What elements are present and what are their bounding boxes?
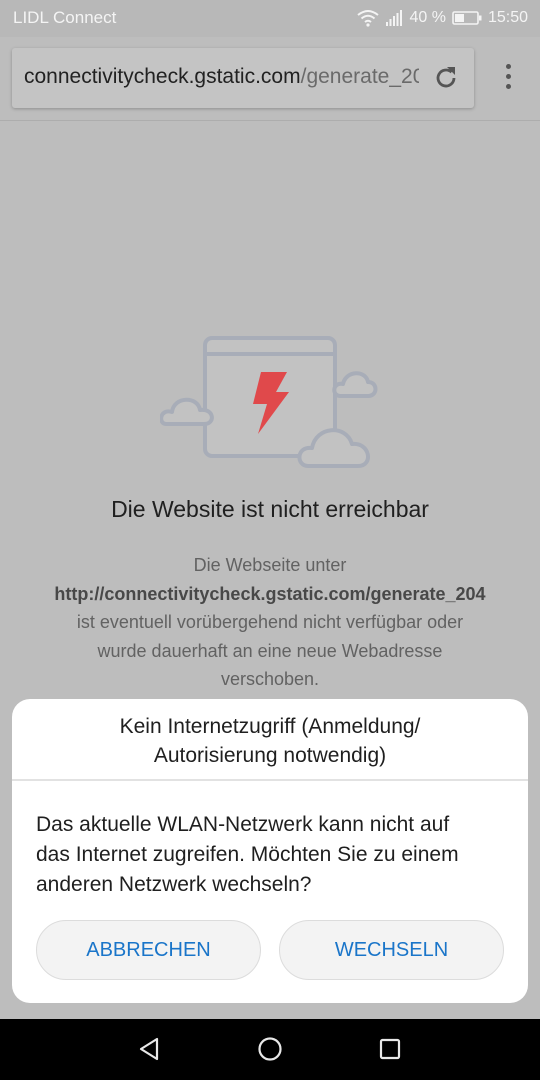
- navigation-bar: [0, 1019, 540, 1080]
- browser-toolbar: connectivitycheck.gstatic.com/generate_2…: [0, 37, 540, 121]
- url-text[interactable]: connectivitycheck.gstatic.com/generate_2…: [24, 65, 419, 89]
- battery-icon: [452, 11, 482, 25]
- error-description: Die Webseite unter http://connectivitych…: [30, 551, 510, 694]
- dialog-message-line: Das aktuelle WLAN-Netzwerk kann nicht au…: [36, 813, 450, 836]
- error-line: wurde dauerhaft an eine neue Webadresse: [97, 640, 443, 661]
- error-line: Die Webseite unter: [193, 555, 347, 575]
- url-host: connectivitycheck.gstatic.com: [24, 65, 301, 88]
- dialog-message: Das aktuelle WLAN-Netzwerk kann nicht au…: [36, 810, 506, 900]
- dialog-message-line: anderen Netzwerk wechseln?: [36, 873, 312, 896]
- dialog-title-line: Autorisierung notwendig): [153, 744, 387, 767]
- url-path: /generate_204: [300, 65, 419, 88]
- error-line: verschoben.: [220, 669, 320, 689]
- error-line: ist eventuell vorübergehend nicht verfüg…: [76, 612, 464, 632]
- carrier-name: LIDL Connect: [13, 8, 117, 27]
- wifi-icon: [357, 10, 380, 27]
- battery-percent: 40 %: [409, 9, 446, 26]
- recents-icon[interactable]: [377, 1036, 403, 1062]
- no-internet-dialog: Kein Internetzugriff (Anmeldung/ Autoris…: [12, 699, 528, 1003]
- error-url: http://connectivitycheck.gstatic.com/gen…: [54, 583, 486, 604]
- dialog-divider: [12, 779, 528, 781]
- status-bar: LIDL Connect 40 % 15:50: [0, 0, 540, 37]
- signal-icon: [386, 10, 403, 26]
- reload-icon[interactable]: [432, 64, 460, 92]
- status-icons: 40 % 15:50: [351, 7, 528, 29]
- dialog-title: Kein Internetzugriff (Anmeldung/ Autoris…: [12, 712, 528, 770]
- dialog-message-line: das Internet zugreifen. Möchten Sie zu e…: [36, 843, 459, 866]
- dialog-title-line: Kein Internetzugriff (Anmeldung/: [119, 715, 421, 738]
- back-icon[interactable]: [137, 1036, 163, 1062]
- home-icon[interactable]: [257, 1036, 283, 1062]
- url-bar[interactable]: connectivitycheck.gstatic.com/generate_2…: [12, 48, 474, 108]
- site-unreachable-illustration: [160, 336, 378, 468]
- clock: 15:50: [487, 9, 528, 26]
- cancel-button[interactable]: ABBRECHEN: [36, 920, 261, 980]
- menu-icon[interactable]: [496, 64, 520, 94]
- error-title: Die Website ist nicht erreichbar: [111, 496, 429, 522]
- switch-network-button[interactable]: WECHSELN: [279, 920, 504, 980]
